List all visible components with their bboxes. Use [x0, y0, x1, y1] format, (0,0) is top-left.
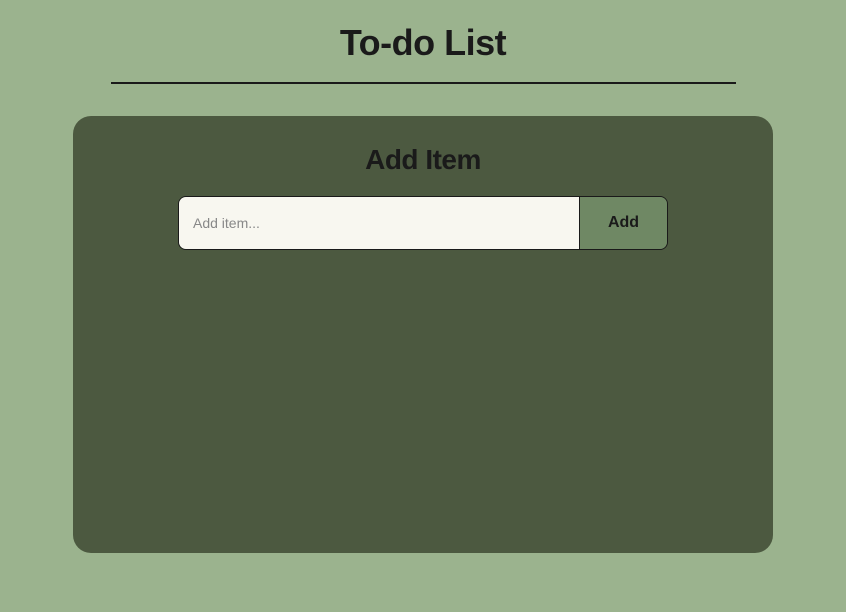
- title-divider: [111, 82, 736, 84]
- add-item-heading: Add Item: [73, 144, 773, 176]
- page-title: To-do List: [0, 0, 846, 82]
- add-item-input[interactable]: [179, 197, 579, 249]
- add-item-card: Add Item Add: [73, 116, 773, 553]
- add-item-input-row: Add: [178, 196, 668, 250]
- add-button[interactable]: Add: [579, 197, 667, 249]
